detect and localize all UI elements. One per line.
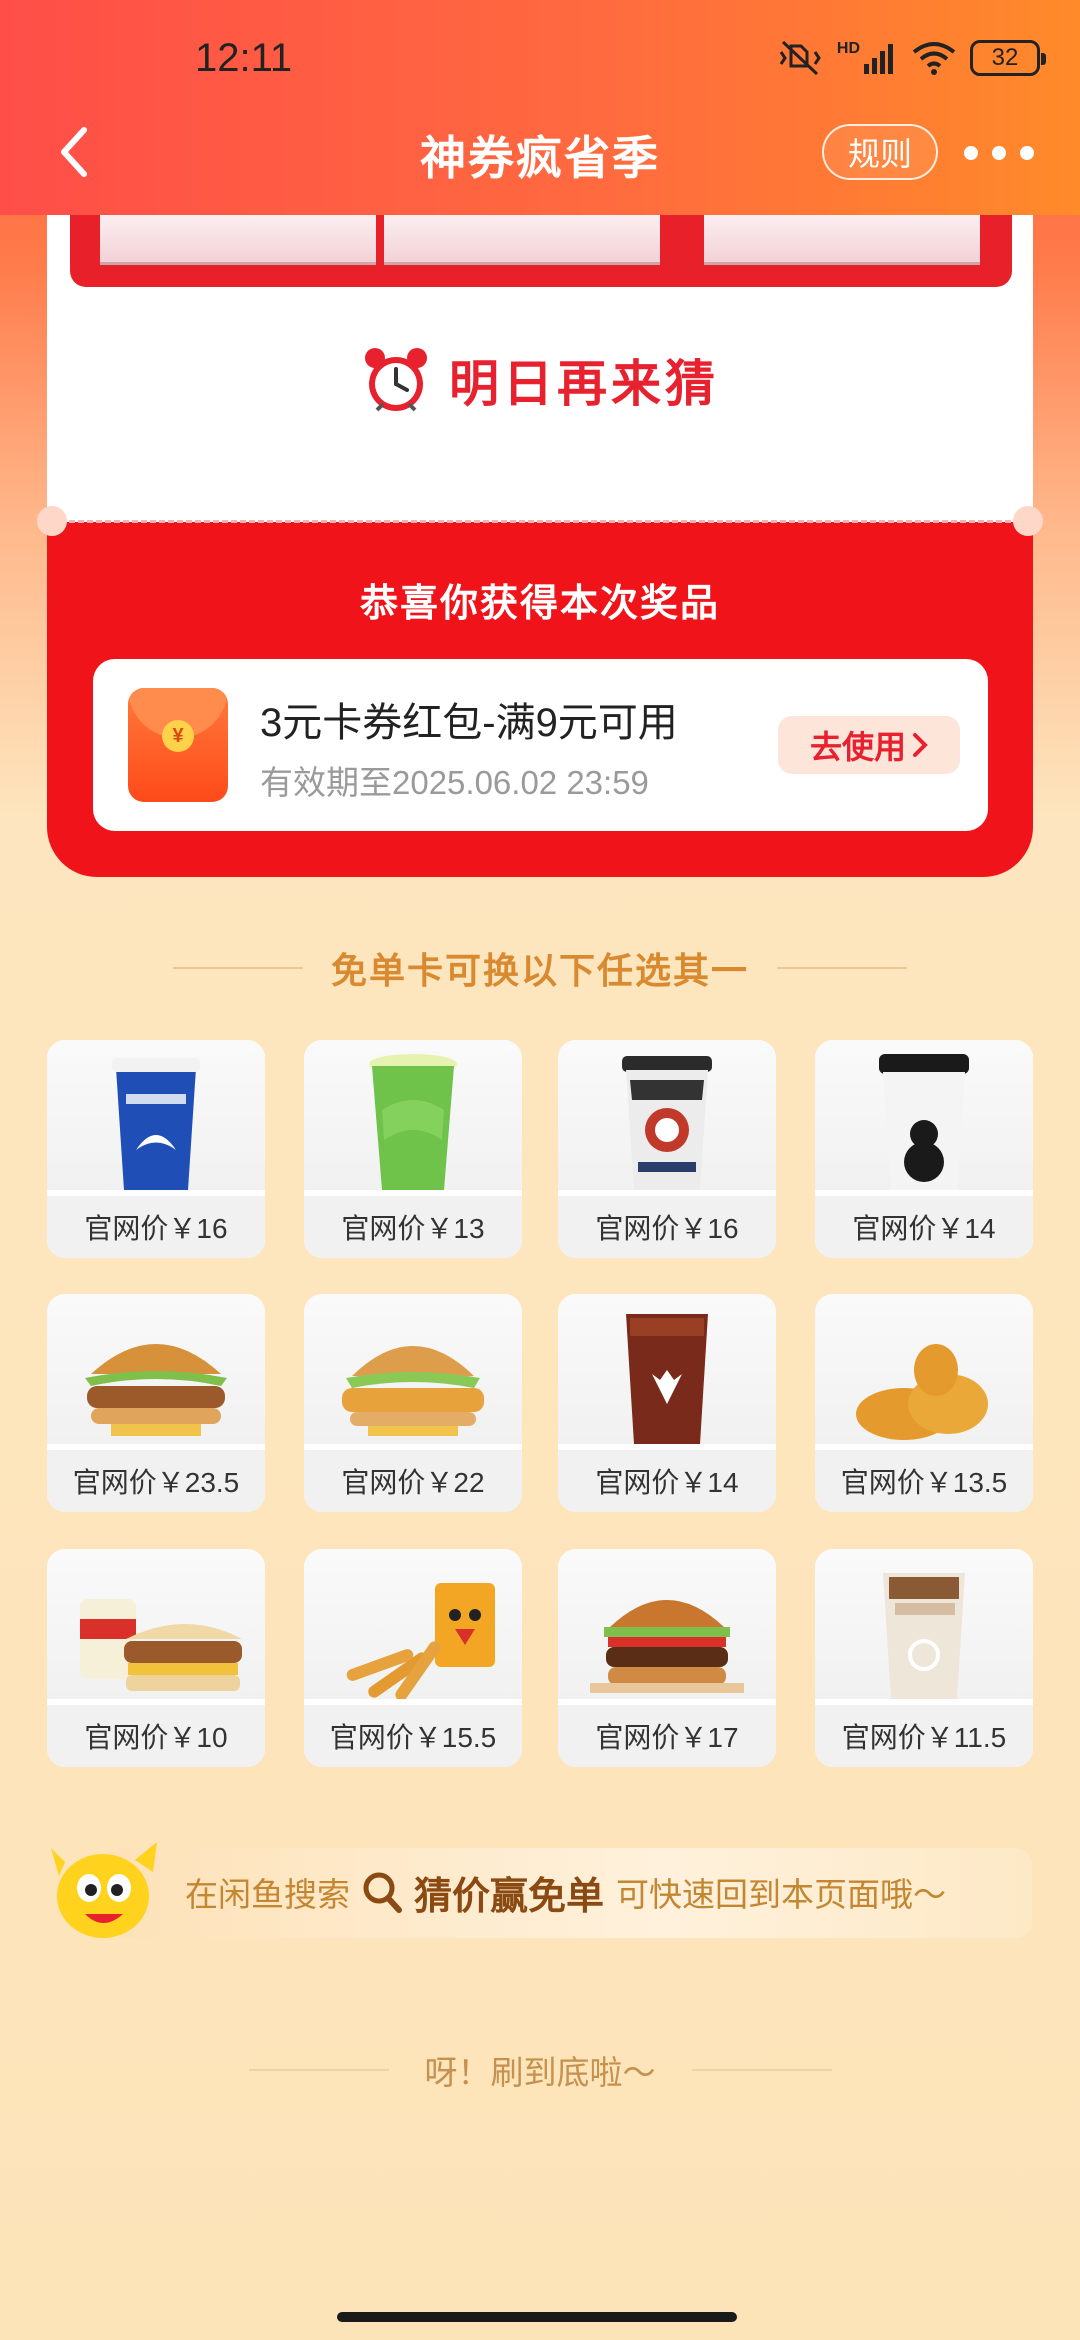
- luckin-coffee-cup-icon: [47, 1040, 265, 1190]
- divider: [248, 2069, 389, 2071]
- product-price: 官网价￥16: [47, 1196, 265, 1258]
- wifi-icon: [912, 40, 956, 76]
- divider: [691, 2069, 832, 2071]
- product-card[interactable]: 官网价￥16: [558, 1040, 776, 1258]
- green-tea-drink-icon: [304, 1040, 522, 1190]
- mute-vibrate-icon: [777, 38, 823, 78]
- more-dot-icon: [964, 146, 978, 160]
- product-price: 官网价￥14: [815, 1196, 1033, 1258]
- product-card[interactable]: 官网价￥11.5: [815, 1549, 1033, 1767]
- beef-burger-icon: [558, 1549, 776, 1699]
- tip-suffix: 可快速回到本页面哦～: [616, 1876, 947, 1913]
- alarm-clock-icon: [365, 348, 427, 412]
- guess-again-banner: 明日再来猜: [0, 344, 1080, 416]
- network-label: HD: [836, 40, 860, 57]
- product-price: 官网价￥15.5: [304, 1705, 522, 1767]
- product-card[interactable]: 官网价￥23.5: [47, 1294, 265, 1512]
- chevron-right-icon: [913, 733, 928, 757]
- product-price: 官网价￥22: [304, 1450, 522, 1512]
- ticket-divider: [60, 520, 1020, 523]
- product-price: 官网价￥11.5: [815, 1705, 1033, 1767]
- prize-expiry: 有效期至2025.06.02 23:59: [260, 764, 649, 801]
- search-tip-content: 在闲鱼搜索 猜价赢免单 可快速回到本页面哦～: [185, 1862, 946, 1922]
- battery-level: 32: [991, 44, 1019, 71]
- product-card[interactable]: 官网价￥16: [47, 1040, 265, 1258]
- signal-icon: HD: [837, 40, 898, 76]
- search-icon: [363, 1872, 402, 1913]
- iced-americano-icon: [558, 1294, 776, 1444]
- envelope-coin: ¥: [162, 720, 194, 752]
- chicken-fries-icon: [304, 1549, 522, 1699]
- product-price: 官网价￥17: [558, 1705, 776, 1767]
- chagee-tea-cup-icon: [558, 1040, 776, 1190]
- header: 12:11 HD 32 神券疯省季 规则: [0, 0, 1080, 215]
- mascot-fish-icon: [45, 1836, 163, 1946]
- end-of-list-text: 呀！刷到底啦～: [424, 2054, 656, 2091]
- white-coffee-cup-icon: [815, 1040, 1033, 1190]
- guess-again-text: 明日再来猜: [449, 356, 719, 412]
- use-coupon-label: 去使用: [809, 729, 906, 765]
- product-price: 官网价￥10: [47, 1705, 265, 1767]
- price-slot: [100, 215, 376, 265]
- more-dot-icon: [1020, 146, 1034, 160]
- ticket-notch-left: [37, 506, 67, 536]
- fried-chicken-icon: [815, 1294, 1033, 1444]
- more-options-button[interactable]: [964, 138, 1034, 168]
- status-time: 12:11: [195, 36, 293, 80]
- product-card[interactable]: 官网价￥14: [815, 1040, 1033, 1258]
- rules-button[interactable]: 规则: [822, 124, 938, 180]
- product-price: 官网价￥16: [558, 1196, 776, 1258]
- use-coupon-button[interactable]: 去使用: [778, 716, 960, 774]
- iced-latte-icon: [815, 1549, 1033, 1699]
- prize-title: 恭喜你获得本次奖品: [359, 583, 720, 625]
- product-price: 官网价￥13.5: [815, 1450, 1033, 1512]
- product-card[interactable]: 官网价￥22: [304, 1294, 522, 1512]
- product-price: 官网价￥14: [558, 1450, 776, 1512]
- product-card[interactable]: 官网价￥14: [558, 1294, 776, 1512]
- red-envelope-icon: ¥: [128, 688, 228, 802]
- product-card[interactable]: 官网价￥13: [304, 1040, 522, 1258]
- product-card[interactable]: 官网价￥13.5: [815, 1294, 1033, 1512]
- tip-prefix: 在闲鱼搜索: [185, 1876, 350, 1913]
- price-slot: [384, 215, 660, 265]
- more-dot-icon: [992, 146, 1006, 160]
- product-price: 官网价￥13: [304, 1196, 522, 1258]
- end-of-list-note: 呀！刷到底啦～: [0, 2046, 1080, 2094]
- battery-icon: 32: [970, 40, 1046, 76]
- tip-keyword: 猜价赢免单: [414, 1875, 605, 1918]
- product-price: 官网价￥23.5: [47, 1450, 265, 1512]
- home-indicator[interactable]: [337, 2312, 737, 2322]
- product-card[interactable]: 官网价￥15.5: [304, 1549, 522, 1767]
- breakfast-burger-set-icon: [47, 1549, 265, 1699]
- product-card[interactable]: 官网价￥10: [47, 1549, 265, 1767]
- price-slot: [704, 215, 980, 265]
- crispy-chicken-burger-icon: [304, 1294, 522, 1444]
- prize-name: 3元卡券红包-满9元可用: [260, 701, 678, 745]
- product-card[interactable]: 官网价￥17: [558, 1549, 776, 1767]
- chicken-burger-icon: [47, 1294, 265, 1444]
- status-icons: HD 32: [777, 30, 1046, 86]
- ticket-notch-right: [1013, 506, 1043, 536]
